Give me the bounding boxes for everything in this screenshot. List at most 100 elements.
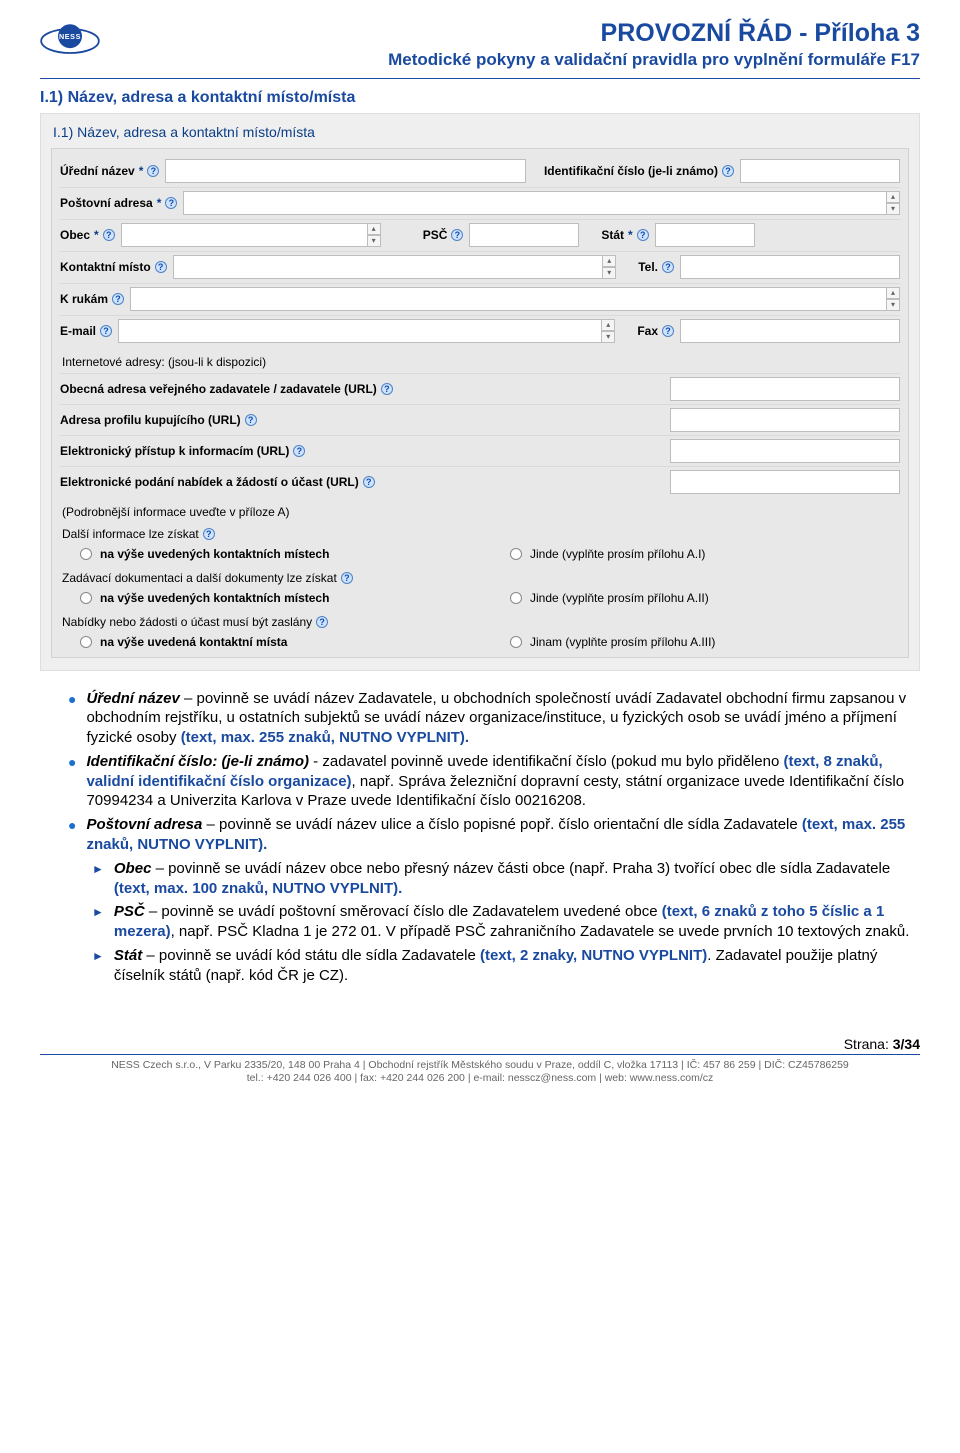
page-number: 3/34 [893, 1036, 920, 1052]
note-priloha: (Podrobnější informace uveďte v příloze … [62, 505, 898, 519]
input-url-profil[interactable] [670, 408, 900, 432]
input-psc[interactable] [469, 223, 579, 247]
label-url-elektr-pristup: Elektronický přístup k informacím (URL) … [60, 444, 664, 458]
ness-logo-icon: NESS [40, 22, 100, 60]
radio3-opt2-label: Jinam (vyplňte prosím přílohu A.III) [530, 635, 715, 649]
form-subheader: I.1) Název, adresa a kontaktní místo/mís… [53, 124, 909, 140]
radio2-opt1-label: na výše uvedených kontaktních místech [100, 591, 329, 605]
spinner-up-icon[interactable]: ▴ [886, 191, 900, 203]
input-email[interactable] [118, 319, 602, 343]
radio3-label: Nabídky nebo žádosti o účast musí být za… [62, 615, 312, 629]
help-icon[interactable]: ? [112, 293, 124, 305]
guidelines-content: ● Úřední název – povinně se uvádí název … [40, 689, 920, 986]
radio3-opt1[interactable] [80, 636, 92, 648]
help-icon[interactable]: ? [451, 229, 463, 241]
input-id-cislo[interactable] [740, 159, 900, 183]
spinner-up-icon[interactable]: ▴ [601, 319, 615, 331]
input-url-elektr-podani[interactable] [670, 470, 900, 494]
logo: NESS [40, 20, 110, 63]
svg-text:NESS: NESS [59, 32, 81, 41]
help-icon[interactable]: ? [100, 325, 112, 337]
triangle-icon: ► [92, 946, 104, 986]
help-icon[interactable]: ? [165, 197, 177, 209]
footer-line2: tel.: +420 244 026 400 | fax: +420 244 0… [40, 1072, 920, 1086]
label-email: E-mail ? [60, 324, 112, 338]
help-icon[interactable]: ? [637, 229, 649, 241]
radio1-label: Další informace lze získat [62, 527, 199, 541]
radio2-opt2[interactable] [510, 592, 522, 604]
bullet-uredni-nazev: ● Úřední název – povinně se uvádí název … [68, 689, 920, 748]
radio1-opt1[interactable] [80, 548, 92, 560]
label-stat: Stát*? [601, 228, 648, 242]
help-icon[interactable]: ? [155, 261, 167, 273]
header-divider [40, 78, 920, 79]
section-heading: I.1) Název, adresa a kontaktní místo/mís… [40, 89, 920, 107]
bullet-icon: ● [68, 689, 76, 748]
input-url-elektr-pristup[interactable] [670, 439, 900, 463]
help-icon[interactable]: ? [103, 229, 115, 241]
label-uredni-nazev: Úřední název*? [60, 164, 159, 178]
input-obec[interactable] [121, 223, 368, 247]
radio3-opt1-label: na výše uvedená kontaktní místa [100, 635, 287, 649]
doc-subtitle: Metodické pokyny a validační pravidla pr… [110, 50, 920, 70]
footer-line1: NESS Czech s.r.o., V Parku 2335/20, 148 … [40, 1059, 920, 1073]
bullet-psc: ► PSČ – povinně se uvádí poštovní směrov… [92, 902, 920, 942]
label-fax: Fax ? [637, 324, 674, 338]
input-kontaktni-misto[interactable] [173, 255, 604, 279]
help-icon[interactable]: ? [722, 165, 734, 177]
input-tel[interactable] [680, 255, 900, 279]
radio2-label: Zadávací dokumentaci a další dokumenty l… [62, 571, 337, 585]
form-screenshot: I.1) Název, adresa a kontaktní místo/mís… [40, 113, 920, 671]
bullet-postovni-adresa: ● Poštovní adresa – povinně se uvádí náz… [68, 815, 920, 855]
label-url-obecna: Obecná adresa veřejného zadavatele / zad… [60, 382, 664, 396]
radio2-opt2-label: Jinde (vyplňte prosím přílohu A.II) [530, 591, 709, 605]
radio1-opt1-label: na výše uvedených kontaktních místech [100, 547, 329, 561]
input-uredni-nazev[interactable] [165, 159, 526, 183]
page-footer: Strana: 3/34 NESS Czech s.r.o., V Parku … [40, 1036, 920, 1086]
footer-divider [40, 1054, 920, 1055]
label-url-elektr-podani: Elektronické podání nabídek a žádostí o … [60, 475, 664, 489]
triangle-icon: ► [92, 859, 104, 899]
label-url-profil: Adresa profilu kupujícího (URL) ? [60, 413, 664, 427]
page-label: Strana: [844, 1036, 889, 1052]
spinner-down-icon[interactable]: ▾ [367, 235, 381, 247]
label-psc: PSČ ? [423, 228, 464, 242]
bullet-id-cislo: ● Identifikační číslo: (je-li známo) - z… [68, 752, 920, 811]
triangle-icon: ► [92, 902, 104, 942]
help-icon[interactable]: ? [316, 616, 328, 628]
radio2-opt1[interactable] [80, 592, 92, 604]
input-url-obecna[interactable] [670, 377, 900, 401]
input-k-rukam[interactable] [130, 287, 887, 311]
input-stat[interactable] [655, 223, 755, 247]
spinner-down-icon[interactable]: ▾ [886, 299, 900, 311]
radio3-opt2[interactable] [510, 636, 522, 648]
doc-title: PROVOZNÍ ŘÁD - Příloha 3 [110, 20, 920, 48]
label-obec: Obec*? [60, 228, 115, 242]
spinner-up-icon[interactable]: ▴ [602, 255, 616, 267]
bullet-stat: ► Stát – povinně se uvádí kód státu dle … [92, 946, 920, 986]
help-icon[interactable]: ? [381, 383, 393, 395]
help-icon[interactable]: ? [363, 476, 375, 488]
bullet-icon: ● [68, 815, 76, 855]
radio1-opt2-label: Jinde (vyplňte prosím přílohu A.I) [530, 547, 705, 561]
input-fax[interactable] [680, 319, 900, 343]
help-icon[interactable]: ? [147, 165, 159, 177]
spinner-down-icon[interactable]: ▾ [886, 203, 900, 215]
bullet-icon: ● [68, 752, 76, 811]
help-icon[interactable]: ? [245, 414, 257, 426]
help-icon[interactable]: ? [662, 261, 674, 273]
spinner-down-icon[interactable]: ▾ [601, 331, 615, 343]
spinner-up-icon[interactable]: ▴ [367, 223, 381, 235]
page-header: NESS PROVOZNÍ ŘÁD - Příloha 3 Metodické … [40, 20, 920, 70]
input-postovni-adresa[interactable] [183, 191, 887, 215]
help-icon[interactable]: ? [662, 325, 674, 337]
spinner-up-icon[interactable]: ▴ [886, 287, 900, 299]
help-icon[interactable]: ? [203, 528, 215, 540]
note-internet: Internetové adresy: (jsou-li k dispozici… [62, 355, 898, 369]
label-postovni-adresa: Poštovní adresa*? [60, 196, 177, 210]
spinner-down-icon[interactable]: ▾ [602, 267, 616, 279]
label-k-rukam: K rukám ? [60, 292, 124, 306]
radio1-opt2[interactable] [510, 548, 522, 560]
help-icon[interactable]: ? [293, 445, 305, 457]
help-icon[interactable]: ? [341, 572, 353, 584]
